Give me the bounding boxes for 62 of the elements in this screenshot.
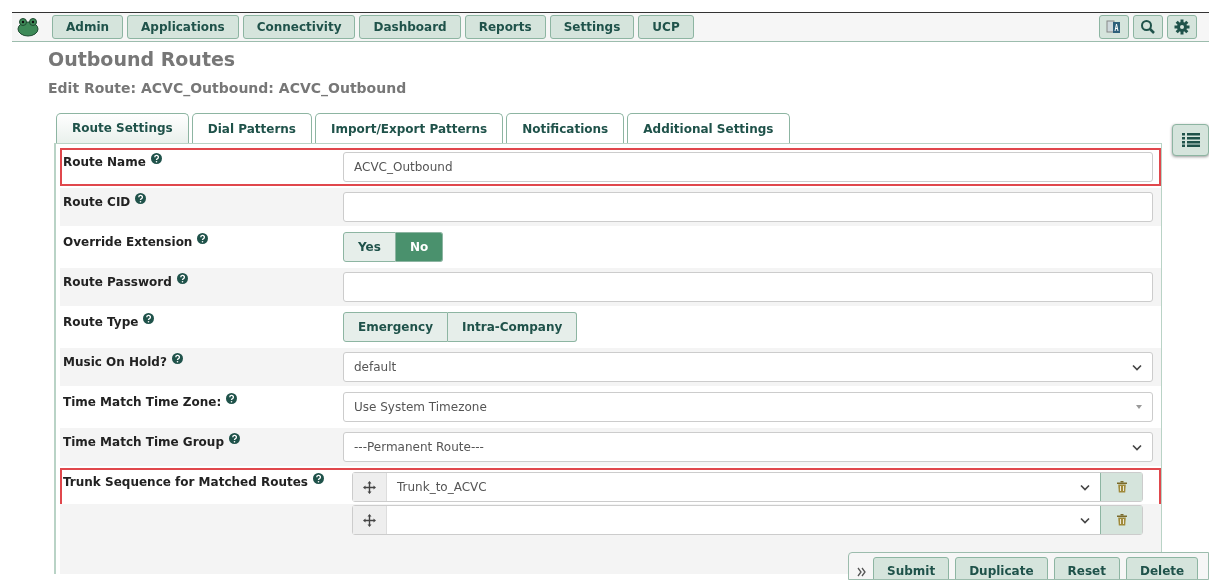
field-label: Music On Hold? bbox=[63, 354, 167, 371]
nav-menu-button[interactable]: Connectivity bbox=[242, 15, 356, 39]
toggle-button[interactable]: Intra-Company bbox=[447, 312, 578, 342]
help-icon[interactable] bbox=[150, 153, 162, 164]
trash-icon[interactable] bbox=[1100, 473, 1142, 501]
nav-menu-button[interactable]: Applications bbox=[127, 15, 239, 39]
nav-menu-button[interactable]: Reports bbox=[464, 15, 546, 39]
tab[interactable]: Route Settings bbox=[56, 113, 189, 143]
nav-menu-button[interactable]: Settings bbox=[549, 15, 635, 39]
tab[interactable]: Notifications bbox=[506, 113, 625, 143]
field-label: Route Password bbox=[63, 274, 172, 291]
text-field[interactable] bbox=[343, 272, 1153, 302]
tab[interactable]: Additional Settings bbox=[627, 113, 790, 143]
field-label: Time Match Time Group bbox=[63, 434, 224, 451]
field-label: Route Name bbox=[63, 154, 146, 171]
page-title: Outbound Routes bbox=[48, 47, 237, 72]
help-icon[interactable] bbox=[226, 393, 238, 404]
select-field[interactable]: default bbox=[343, 352, 1153, 382]
search-icon[interactable] bbox=[1133, 15, 1163, 39]
text-field[interactable] bbox=[343, 192, 1153, 222]
tab[interactable]: Import/Export Patterns bbox=[315, 113, 504, 143]
caret-icon bbox=[1136, 405, 1142, 409]
field-label: Route CID bbox=[63, 194, 131, 211]
select-field[interactable]: Use System Timezone bbox=[343, 392, 1153, 422]
caret-icon bbox=[1132, 363, 1142, 371]
page-subtitle: Edit Route: ACVC_Outbound: ACVC_Outbound bbox=[48, 79, 408, 99]
move-icon[interactable] bbox=[363, 513, 376, 527]
move-icon[interactable] bbox=[363, 480, 376, 494]
toggle-button[interactable]: Yes bbox=[343, 232, 396, 262]
field-label: Time Match Time Zone: bbox=[63, 394, 222, 411]
nav-menu-button[interactable]: Admin bbox=[52, 15, 124, 39]
action-button[interactable]: Submit bbox=[873, 557, 950, 579]
help-icon[interactable] bbox=[229, 433, 240, 444]
action-button[interactable]: Delete bbox=[1125, 557, 1199, 579]
nav-menu-button[interactable]: Dashboard bbox=[359, 15, 461, 39]
field-label: Trunk Sequence for Matched Routes bbox=[63, 474, 308, 491]
help-icon[interactable] bbox=[135, 193, 147, 204]
help-icon[interactable] bbox=[197, 233, 209, 244]
caret-icon bbox=[1080, 516, 1090, 524]
action-button[interactable]: Reset bbox=[1053, 557, 1120, 579]
caret-icon bbox=[1132, 443, 1142, 451]
text-field[interactable]: ACVC_Outbound bbox=[343, 152, 1153, 182]
collapse-icon[interactable] bbox=[857, 567, 867, 577]
action-button[interactable]: Duplicate bbox=[955, 557, 1048, 579]
settings-icon[interactable] bbox=[1167, 15, 1197, 39]
list-icon[interactable] bbox=[1172, 124, 1209, 156]
toggle-button[interactable]: Emergency bbox=[343, 312, 448, 342]
toggle-button[interactable]: No bbox=[395, 232, 444, 262]
help-icon[interactable] bbox=[176, 273, 188, 284]
help-icon[interactable] bbox=[171, 353, 183, 364]
trunk-select[interactable]: Trunk_to_ACVC bbox=[352, 472, 1143, 502]
translate-icon[interactable] bbox=[1099, 15, 1129, 39]
trash-icon[interactable] bbox=[1100, 506, 1142, 534]
field-label: Override Extension bbox=[63, 234, 193, 251]
help-icon[interactable] bbox=[313, 473, 324, 484]
select-field[interactable]: ---Permanent Route--- bbox=[343, 432, 1153, 462]
help-icon[interactable] bbox=[143, 313, 155, 324]
frog-logo-icon bbox=[16, 17, 40, 37]
field-label: Route Type bbox=[63, 314, 139, 331]
caret-icon bbox=[1080, 483, 1090, 491]
tab[interactable]: Dial Patterns bbox=[191, 113, 312, 143]
nav-menu-button[interactable]: UCP bbox=[638, 15, 694, 39]
